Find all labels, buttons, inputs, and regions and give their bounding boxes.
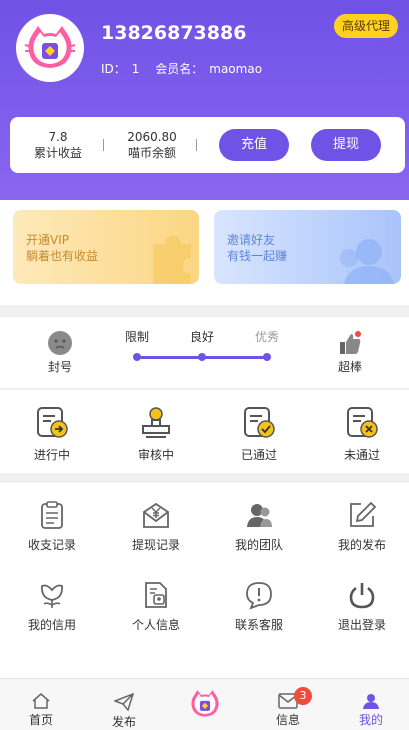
member-info: ID： 1 会员名： maomao <box>101 60 268 77</box>
great-status: 超棒 <box>330 330 370 375</box>
menu-customer-service[interactable]: 联系客服 <box>219 580 299 633</box>
flower-icon <box>41 584 63 608</box>
stamp-icon <box>142 407 170 438</box>
tab-label: 信息 <box>275 713 300 727</box>
credit-dot <box>133 353 141 361</box>
coin-balance-value: 2060.80 <box>127 130 177 144</box>
ban-label: 封号 <box>47 360 72 374</box>
menu-my-posts[interactable]: 我的发布 <box>322 500 402 553</box>
credit-dot <box>263 353 271 361</box>
tab-label: 发布 <box>111 715 136 729</box>
cat-logo-icon <box>191 690 219 717</box>
status-passed[interactable]: 已通过 <box>219 406 299 463</box>
status-reviewing[interactable]: 审核中 <box>116 406 196 463</box>
coin-balance-label: 喵币余额 <box>127 146 176 160</box>
doc-check-icon <box>244 407 275 438</box>
tab-mine[interactable]: 我的 <box>341 693 401 728</box>
clipboard-icon <box>41 501 63 529</box>
menu-personal-info[interactable]: 个人信息 <box>116 580 196 633</box>
doc-x-icon <box>347 407 378 438</box>
cat-logo-icon <box>24 26 76 68</box>
member-value: maomao <box>209 62 263 76</box>
status-label: 未通过 <box>343 448 380 462</box>
menu-withdraw-records[interactable]: 提现记录 <box>116 500 196 553</box>
user-icon <box>363 694 379 709</box>
id-label: ID： <box>101 62 126 76</box>
sad-face-icon <box>48 331 72 355</box>
avatar[interactable] <box>16 14 84 82</box>
menu-label: 联系客服 <box>234 618 283 632</box>
status-label: 审核中 <box>137 448 174 462</box>
menu-income-records[interactable]: 收支记录 <box>12 500 92 553</box>
doc-arrow-icon <box>37 407 68 438</box>
level-limited: 限制 <box>125 330 150 344</box>
tab-publish[interactable]: 发布 <box>94 693 154 730</box>
invite-banner[interactable]: 邀请好友 有钱一起赚 <box>214 210 401 284</box>
edit-icon <box>350 501 377 527</box>
agent-badge[interactable]: 高级代理 <box>333 14 398 38</box>
unread-badge: 3 <box>294 687 312 705</box>
status-in-progress[interactable]: 进行中 <box>12 406 92 463</box>
menu-my-team[interactable]: 我的团队 <box>219 500 299 553</box>
id-value: 1 <box>131 62 140 76</box>
recharge-button[interactable]: 充值 <box>219 129 289 161</box>
send-icon <box>114 693 134 711</box>
puzzle-icon <box>153 236 191 284</box>
section-divider <box>0 305 409 317</box>
ban-status: 封号 <box>40 330 80 375</box>
vip-banner[interactable]: 开通VIP 躺着也有收益 <box>13 210 199 284</box>
yen-envelope-icon <box>143 502 169 528</box>
section-divider <box>0 388 409 390</box>
divider <box>196 139 197 151</box>
home-icon <box>32 693 50 709</box>
friends-icon <box>340 239 395 284</box>
level-excellent: 优秀 <box>255 330 280 344</box>
tab-center-logo[interactable] <box>175 687 235 723</box>
level-good: 良好 <box>190 330 215 344</box>
menu-label: 收支记录 <box>27 538 76 552</box>
member-label: 会员名： <box>155 62 204 76</box>
status-label: 进行中 <box>33 448 70 462</box>
menu-label: 我的团队 <box>234 538 283 552</box>
menu-my-credit[interactable]: 我的信用 <box>12 580 92 633</box>
menu-label: 提现记录 <box>131 538 180 552</box>
withdraw-button[interactable]: 提现 <box>311 129 381 161</box>
menu-label: 我的信用 <box>27 618 76 632</box>
menu-label: 我的发布 <box>337 538 386 552</box>
credit-dot <box>198 353 206 361</box>
thumbs-up-icon <box>340 331 361 354</box>
tab-home[interactable]: 首页 <box>11 693 71 728</box>
tab-label: 首页 <box>28 713 53 727</box>
team-icon <box>247 504 272 527</box>
total-income-value: 7.8 <box>48 130 68 144</box>
chat-alert-icon <box>246 582 272 610</box>
menu-label: 个人信息 <box>131 618 180 632</box>
phone-number: 13826873886 <box>101 22 247 44</box>
bottom-tab-bar: 首页 发布 信息 3 我的 <box>0 678 409 730</box>
profile-doc-icon <box>145 582 167 608</box>
status-rejected[interactable]: 未通过 <box>322 406 402 463</box>
power-icon <box>349 583 375 609</box>
status-label: 已通过 <box>240 448 277 462</box>
tab-label: 我的 <box>358 713 383 727</box>
total-income: 7.8 累计收益 <box>28 129 88 161</box>
menu-logout[interactable]: 退出登录 <box>322 580 402 633</box>
section-divider <box>0 473 409 483</box>
menu-label: 退出登录 <box>337 618 386 632</box>
total-income-label: 累计收益 <box>33 146 82 160</box>
divider <box>103 139 104 151</box>
coin-balance: 2060.80 喵币余额 <box>117 129 187 161</box>
great-label: 超棒 <box>337 360 362 374</box>
tab-messages[interactable]: 信息 3 <box>258 687 318 728</box>
stats-card: 7.8 累计收益 2060.80 喵币余额 充值 提现 <box>10 117 405 173</box>
